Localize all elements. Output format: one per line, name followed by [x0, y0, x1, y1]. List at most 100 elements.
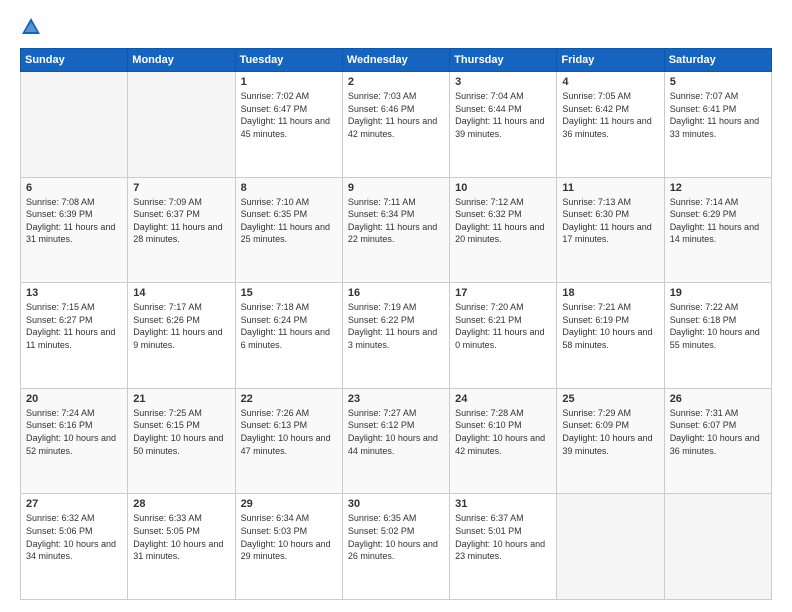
calendar-cell: 19Sunrise: 7:22 AMSunset: 6:18 PMDayligh…: [664, 283, 771, 389]
day-number: 23: [348, 393, 444, 405]
calendar-cell: 27 Sunrise: 6:32 AMSunset: 5:06 PMDayligh…: [21, 494, 128, 600]
day-info: Sunrise: 7:17 AMSunset: 6:26 PMDaylight:…: [133, 301, 229, 351]
calendar-cell: [128, 72, 235, 178]
day-number: 2: [348, 76, 444, 88]
day-info: Sunrise: 6:32 AMSunset: 5:06 PMDaylight:…: [26, 512, 122, 562]
day-number: 5: [670, 76, 766, 88]
weekday-header: Friday: [557, 49, 664, 72]
day-number: 22: [241, 393, 337, 405]
day-number: 4: [562, 76, 658, 88]
calendar-cell: 10 Sunrise: 7:12 AMSunset: 6:32 PMDayligh…: [450, 177, 557, 283]
calendar-cell: [557, 494, 664, 600]
calendar-cell: [21, 72, 128, 178]
calendar-week-row: 13Sunrise: 7:15 AMSunset: 6:27 PMDayligh…: [21, 283, 772, 389]
day-info: Sunrise: 6:35 AMSunset: 5:02 PMDaylight:…: [348, 512, 444, 562]
day-number: 28: [133, 498, 229, 510]
day-info: Sunrise: 7:03 AMSunset: 6:46 PMDaylight:…: [348, 90, 444, 140]
calendar-cell: 29 Sunrise: 6:34 AMSunset: 5:03 PMDayligh…: [235, 494, 342, 600]
day-number: 30: [348, 498, 444, 510]
day-info: Sunrise: 6:33 AMSunset: 5:05 PMDaylight:…: [133, 512, 229, 562]
calendar-cell: 12Sunrise: 7:14 AMSunset: 6:29 PMDayligh…: [664, 177, 771, 283]
calendar-cell: [664, 494, 771, 600]
day-info: Sunrise: 7:10 AMSunset: 6:35 PMDaylight:…: [241, 196, 337, 246]
calendar-cell: 28 Sunrise: 6:33 AMSunset: 5:05 PMDayligh…: [128, 494, 235, 600]
calendar-cell: 26 Sunrise: 7:31 AMSunset: 6:07 PMDayligh…: [664, 388, 771, 494]
day-info: Sunrise: 6:37 AMSunset: 5:01 PMDaylight:…: [455, 512, 551, 562]
day-info: Sunrise: 7:18 AMSunset: 6:24 PMDaylight:…: [241, 301, 337, 351]
day-number: 9: [348, 182, 444, 194]
day-number: 25: [562, 393, 658, 405]
day-number: 31: [455, 498, 551, 510]
day-info: Sunrise: 7:07 AMSunset: 6:41 PMDaylight:…: [670, 90, 766, 140]
day-info: Sunrise: 7:29 AMSunset: 6:09 PMDaylight:…: [562, 407, 658, 457]
day-info: Sunrise: 7:20 AMSunset: 6:21 PMDaylight:…: [455, 301, 551, 351]
calendar-cell: 23 Sunrise: 7:27 AMSunset: 6:12 PMDayligh…: [342, 388, 449, 494]
day-number: 17: [455, 287, 551, 299]
day-number: 14: [133, 287, 229, 299]
calendar-cell: 8 Sunrise: 7:10 AMSunset: 6:35 PMDaylight…: [235, 177, 342, 283]
calendar-week-row: 6 Sunrise: 7:08 AMSunset: 6:39 PMDaylight…: [21, 177, 772, 283]
day-number: 27: [26, 498, 122, 510]
calendar-cell: 25 Sunrise: 7:29 AMSunset: 6:09 PMDayligh…: [557, 388, 664, 494]
calendar-header-row: SundayMondayTuesdayWednesdayThursdayFrid…: [21, 49, 772, 72]
calendar-table: SundayMondayTuesdayWednesdayThursdayFrid…: [20, 48, 772, 600]
day-number: 29: [241, 498, 337, 510]
day-number: 6: [26, 182, 122, 194]
day-number: 16: [348, 287, 444, 299]
day-info: Sunrise: 7:11 AMSunset: 6:34 PMDaylight:…: [348, 196, 444, 246]
day-info: Sunrise: 7:27 AMSunset: 6:12 PMDaylight:…: [348, 407, 444, 457]
day-info: Sunrise: 6:34 AMSunset: 5:03 PMDaylight:…: [241, 512, 337, 562]
calendar-cell: 1 Sunrise: 7:02 AMSunset: 6:47 PMDaylight…: [235, 72, 342, 178]
calendar-week-row: 20 Sunrise: 7:24 AMSunset: 6:16 PMDayligh…: [21, 388, 772, 494]
calendar-cell: 6 Sunrise: 7:08 AMSunset: 6:39 PMDaylight…: [21, 177, 128, 283]
day-info: Sunrise: 7:09 AMSunset: 6:37 PMDaylight:…: [133, 196, 229, 246]
calendar-cell: 2 Sunrise: 7:03 AMSunset: 6:46 PMDaylight…: [342, 72, 449, 178]
day-info: Sunrise: 7:28 AMSunset: 6:10 PMDaylight:…: [455, 407, 551, 457]
calendar-cell: 11Sunrise: 7:13 AMSunset: 6:30 PMDayligh…: [557, 177, 664, 283]
calendar-cell: 31 Sunrise: 6:37 AMSunset: 5:01 PMDayligh…: [450, 494, 557, 600]
day-number: 8: [241, 182, 337, 194]
weekday-header: Sunday: [21, 49, 128, 72]
day-number: 7: [133, 182, 229, 194]
day-info: Sunrise: 7:31 AMSunset: 6:07 PMDaylight:…: [670, 407, 766, 457]
day-info: Sunrise: 7:26 AMSunset: 6:13 PMDaylight:…: [241, 407, 337, 457]
calendar-cell: 14 Sunrise: 7:17 AMSunset: 6:26 PMDayligh…: [128, 283, 235, 389]
calendar-cell: 30 Sunrise: 6:35 AMSunset: 5:02 PMDayligh…: [342, 494, 449, 600]
logo: [20, 16, 46, 38]
calendar-cell: 20 Sunrise: 7:24 AMSunset: 6:16 PMDayligh…: [21, 388, 128, 494]
weekday-header: Monday: [128, 49, 235, 72]
calendar-week-row: 1 Sunrise: 7:02 AMSunset: 6:47 PMDaylight…: [21, 72, 772, 178]
day-info: Sunrise: 7:08 AMSunset: 6:39 PMDaylight:…: [26, 196, 122, 246]
day-number: 24: [455, 393, 551, 405]
day-number: 26: [670, 393, 766, 405]
weekday-header: Wednesday: [342, 49, 449, 72]
calendar-cell: 13Sunrise: 7:15 AMSunset: 6:27 PMDayligh…: [21, 283, 128, 389]
day-info: Sunrise: 7:25 AMSunset: 6:15 PMDaylight:…: [133, 407, 229, 457]
day-number: 20: [26, 393, 122, 405]
day-info: Sunrise: 7:22 AMSunset: 6:18 PMDaylight:…: [670, 301, 766, 351]
calendar-cell: 16 Sunrise: 7:19 AMSunset: 6:22 PMDayligh…: [342, 283, 449, 389]
calendar-cell: 7 Sunrise: 7:09 AMSunset: 6:37 PMDaylight…: [128, 177, 235, 283]
day-info: Sunrise: 7:13 AMSunset: 6:30 PMDaylight:…: [562, 196, 658, 246]
logo-icon: [20, 16, 42, 38]
calendar-cell: 4 Sunrise: 7:05 AMSunset: 6:42 PMDaylight…: [557, 72, 664, 178]
day-info: Sunrise: 7:05 AMSunset: 6:42 PMDaylight:…: [562, 90, 658, 140]
calendar-cell: 18Sunrise: 7:21 AMSunset: 6:19 PMDayligh…: [557, 283, 664, 389]
header: [20, 16, 772, 38]
day-number: 10: [455, 182, 551, 194]
calendar-cell: 22 Sunrise: 7:26 AMSunset: 6:13 PMDayligh…: [235, 388, 342, 494]
calendar-cell: 17 Sunrise: 7:20 AMSunset: 6:21 PMDayligh…: [450, 283, 557, 389]
day-number: 13: [26, 287, 122, 299]
day-info: Sunrise: 7:19 AMSunset: 6:22 PMDaylight:…: [348, 301, 444, 351]
day-number: 1: [241, 76, 337, 88]
day-info: Sunrise: 7:02 AMSunset: 6:47 PMDaylight:…: [241, 90, 337, 140]
calendar-cell: 5 Sunrise: 7:07 AMSunset: 6:41 PMDaylight…: [664, 72, 771, 178]
day-info: Sunrise: 7:12 AMSunset: 6:32 PMDaylight:…: [455, 196, 551, 246]
day-number: 15: [241, 287, 337, 299]
weekday-header: Saturday: [664, 49, 771, 72]
calendar-cell: 3Sunrise: 7:04 AMSunset: 6:44 PMDaylight…: [450, 72, 557, 178]
day-info: Sunrise: 7:21 AMSunset: 6:19 PMDaylight:…: [562, 301, 658, 351]
calendar-cell: 24 Sunrise: 7:28 AMSunset: 6:10 PMDayligh…: [450, 388, 557, 494]
day-info: Sunrise: 7:24 AMSunset: 6:16 PMDaylight:…: [26, 407, 122, 457]
day-number: 21: [133, 393, 229, 405]
